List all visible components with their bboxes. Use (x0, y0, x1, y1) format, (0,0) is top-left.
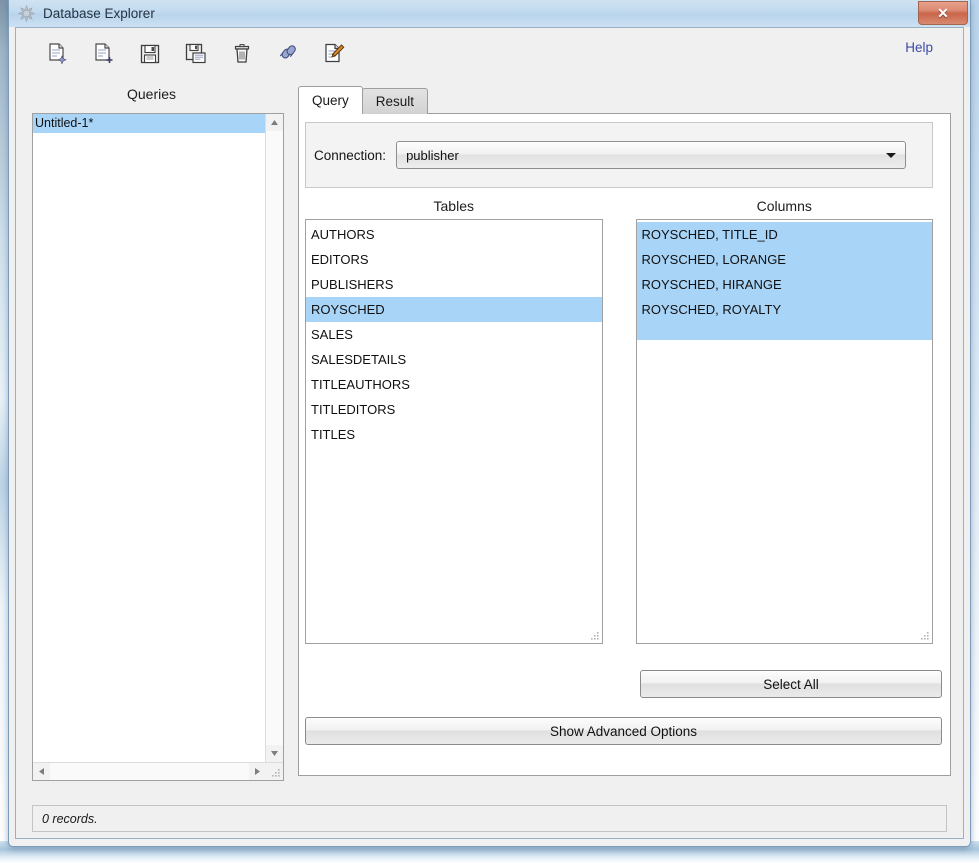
chain-link-icon[interactable] (268, 35, 308, 73)
show-advanced-options-button[interactable]: Show Advanced Options (305, 717, 942, 745)
queries-panel-label: Queries (16, 80, 293, 107)
list-item[interactable]: Untitled-1* (33, 114, 265, 133)
list-item[interactable]: SALES (306, 322, 602, 347)
columns-listbox[interactable]: ROYSCHED, TITLE_ID ROYSCHED, LORANGE ROY… (636, 219, 934, 644)
connection-group: Connection: publisher (305, 122, 933, 188)
gear-icon (18, 5, 35, 22)
select-all-button[interactable]: Select All (640, 670, 942, 698)
resize-grip[interactable] (266, 763, 283, 780)
tab-query[interactable]: Query (298, 86, 363, 114)
scrollbar-track[interactable] (266, 131, 283, 745)
tables-column: Tables AUTHORS EDITORS PUBLISHERS ROYSCH… (305, 198, 603, 644)
list-item[interactable]: AUTHORS (306, 222, 602, 247)
queries-horizontal-scrollbar[interactable] (33, 762, 283, 780)
status-bar: 0 records. (32, 805, 947, 832)
new-query-button[interactable] (38, 35, 78, 73)
scroll-right-icon[interactable] (249, 763, 266, 780)
toolbar: Help (16, 28, 963, 80)
connection-dropdown[interactable]: publisher (396, 141, 906, 169)
list-item[interactable]: ROYSCHED, LORANGE (637, 247, 933, 272)
scrollbar-track[interactable] (50, 763, 249, 780)
window-client-area: Help Queries Untitled-1* (15, 27, 964, 839)
list-item[interactable]: ROYSCHED, TITLE_ID (637, 222, 933, 247)
columns-header: Columns (636, 198, 934, 219)
queries-list[interactable]: Untitled-1* (33, 114, 265, 762)
chevron-down-icon (886, 153, 896, 158)
queries-vertical-scrollbar[interactable] (265, 114, 283, 762)
tab-result[interactable]: Result (362, 88, 428, 114)
selection-filler (637, 322, 933, 340)
close-icon[interactable]: ✕ (918, 1, 968, 25)
tables-listbox[interactable]: AUTHORS EDITORS PUBLISHERS ROYSCHED SALE… (305, 219, 603, 644)
trash-icon[interactable] (222, 35, 262, 73)
window-title: Database Explorer (43, 6, 155, 21)
tables-header: Tables (305, 198, 603, 219)
columns-column: Columns ROYSCHED, TITLE_ID ROYSCHED, LOR… (636, 198, 934, 644)
list-item[interactable]: ROYSCHED, ROYALTY (637, 297, 933, 322)
queries-panel: Queries Untitled-1* (16, 80, 293, 838)
list-item[interactable]: SALESDETAILS (306, 347, 602, 372)
status-text: 0 records. (42, 812, 98, 826)
list-item[interactable]: PUBLISHERS (306, 272, 602, 297)
application-window: Database Explorer ✕ (8, 0, 971, 847)
connection-label: Connection: (314, 148, 386, 163)
document-pencil-icon[interactable] (314, 35, 354, 73)
query-panel: Query Result Connection: publisher (293, 80, 963, 838)
list-item[interactable]: ROYSCHED (306, 297, 602, 322)
lists-row: Tables AUTHORS EDITORS PUBLISHERS ROYSCH… (305, 198, 933, 644)
scroll-left-icon[interactable] (33, 763, 50, 780)
save-as-button[interactable] (176, 35, 216, 73)
save-button[interactable] (130, 35, 170, 73)
list-item[interactable]: TITLEDITORS (306, 397, 602, 422)
window-titlebar[interactable]: Database Explorer ✕ (9, 0, 970, 27)
queries-listbox[interactable]: Untitled-1* (32, 113, 284, 781)
add-query-button[interactable] (84, 35, 124, 73)
list-item[interactable]: TITLES (306, 422, 602, 447)
columns-list[interactable]: ROYSCHED, TITLE_ID ROYSCHED, LORANGE ROY… (637, 220, 933, 340)
resize-grip[interactable] (589, 630, 600, 641)
list-item[interactable]: EDITORS (306, 247, 602, 272)
scroll-down-icon[interactable] (266, 745, 283, 762)
tables-list[interactable]: AUTHORS EDITORS PUBLISHERS ROYSCHED SALE… (306, 220, 602, 447)
help-link[interactable]: Help (905, 40, 933, 55)
query-tab-page: Connection: publisher Tables AUTH (298, 113, 951, 776)
tabstrip: Query Result (298, 86, 428, 114)
list-item[interactable]: ROYSCHED, HIRANGE (637, 272, 933, 297)
window-controls: ✕ (918, 1, 968, 25)
list-item[interactable]: TITLEAUTHORS (306, 372, 602, 397)
scroll-up-icon[interactable] (266, 114, 283, 131)
resize-grip[interactable] (919, 630, 930, 641)
connection-value: publisher (406, 148, 459, 163)
main-content: Queries Untitled-1* (16, 80, 963, 838)
queries-list-body: Untitled-1* (33, 114, 283, 762)
